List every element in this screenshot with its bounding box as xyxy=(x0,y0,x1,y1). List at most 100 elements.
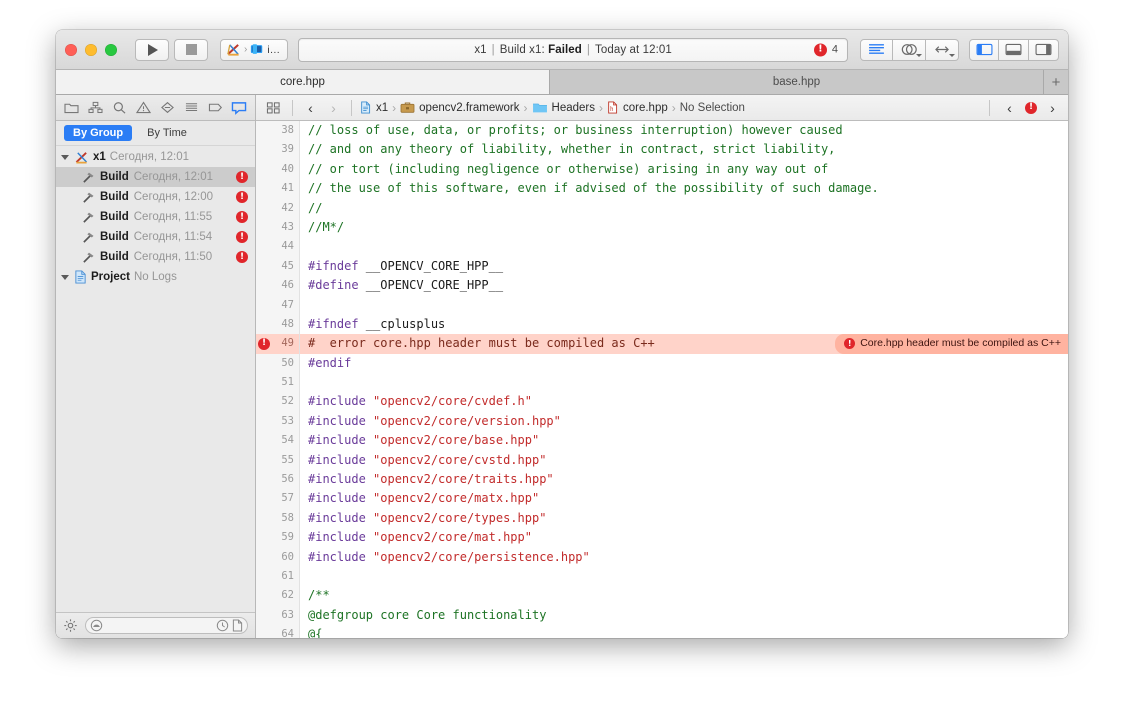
breakpoint-navigator-icon[interactable] xyxy=(207,99,224,116)
line-number-gutter[interactable]: 62 xyxy=(256,586,300,606)
code-line[interactable]: 54 #include "opencv2/core/base.hpp" xyxy=(256,431,1068,451)
breadcrumb-item-selection[interactable]: No Selection xyxy=(680,102,745,114)
related-items-icon[interactable] xyxy=(262,101,284,115)
line-number-gutter[interactable]: 38 xyxy=(256,121,300,141)
log-row-build-5[interactable]: Build Сегодня, 11:50 ! xyxy=(56,247,255,267)
toggle-utilities-button[interactable] xyxy=(1029,38,1059,61)
code-line[interactable]: 58 #include "opencv2/core/types.hpp" xyxy=(256,508,1068,529)
log-row-build-3[interactable]: Build Сегодня, 11:55 ! xyxy=(56,207,255,227)
code-line[interactable]: 52 #include "opencv2/core/cvdef.h" xyxy=(256,392,1068,412)
log-row-build-1[interactable]: Build Сегодня, 12:01 ! xyxy=(56,167,255,187)
navigate-back-button[interactable]: ‹ xyxy=(301,100,320,116)
next-issue-button[interactable]: › xyxy=(1043,100,1062,116)
tab-core-hpp[interactable]: core.hpp xyxy=(56,70,550,94)
navigate-forward-button[interactable]: › xyxy=(324,100,343,116)
code-line[interactable]: 64 @{ xyxy=(256,625,1068,638)
add-tab-button[interactable]: + xyxy=(1044,70,1068,94)
code-line[interactable]: 41 // the use of this software, even if a… xyxy=(256,179,1068,199)
stop-button[interactable] xyxy=(174,38,208,61)
project-navigator-icon[interactable] xyxy=(63,99,80,116)
line-number-gutter[interactable]: 63 xyxy=(256,605,300,626)
line-number-gutter[interactable]: 51 xyxy=(256,373,300,393)
log-group-x1[interactable]: x1 Сегодня, 12:01 xyxy=(56,147,255,167)
version-editor-button[interactable] xyxy=(926,38,959,61)
line-number-gutter[interactable]: 58 xyxy=(256,508,300,529)
code-line[interactable]: 62 /** xyxy=(256,586,1068,606)
debug-navigator-icon[interactable] xyxy=(183,99,200,116)
line-number-gutter[interactable]: 50 xyxy=(256,353,300,374)
source-editor[interactable]: 38 // loss of use, data, or profits; or b… xyxy=(256,121,1068,638)
code-line[interactable]: 40 // or tort (including negligence or ot… xyxy=(256,159,1068,180)
code-line[interactable]: 39 // and on any theory of liability, whe… xyxy=(256,140,1068,160)
line-number-gutter[interactable]: 54 xyxy=(256,431,300,451)
breadcrumb-item-file[interactable]: h core.hpp xyxy=(607,101,668,114)
breadcrumb-item-framework[interactable]: opencv2.framework xyxy=(400,101,520,114)
line-number-gutter[interactable]: 64 xyxy=(256,625,300,638)
code-line[interactable]: 55 #include "opencv2/core/cvstd.hpp" xyxy=(256,450,1068,471)
disclosure-triangle-icon[interactable] xyxy=(61,274,69,280)
toggle-debug-area-button[interactable] xyxy=(999,38,1029,61)
code-line[interactable]: 45 #ifndef __OPENCV_CORE_HPP__ xyxy=(256,256,1068,277)
line-number-gutter[interactable]: 41 xyxy=(256,179,300,199)
code-line[interactable]: 50 #endif xyxy=(256,353,1068,374)
clock-icon[interactable] xyxy=(216,619,229,632)
line-number-gutter[interactable]: ! 49 xyxy=(256,334,300,354)
line-number-gutter[interactable]: 46 xyxy=(256,276,300,296)
line-number-gutter[interactable]: 55 xyxy=(256,450,300,471)
test-navigator-icon[interactable] xyxy=(159,99,176,116)
code-line[interactable]: 43 //M*/ xyxy=(256,217,1068,238)
gutter-error-badge[interactable]: ! xyxy=(258,337,270,350)
code-line[interactable]: 42 // xyxy=(256,198,1068,218)
line-number-gutter[interactable]: 39 xyxy=(256,140,300,160)
activity-error-cluster[interactable]: ! 4 xyxy=(813,43,838,56)
line-number-gutter[interactable]: 45 xyxy=(256,256,300,277)
code-line[interactable]: 53 #include "opencv2/core/version.hpp" xyxy=(256,411,1068,432)
code-line-error[interactable]: ! 49 # error core.hpp header must be compi… xyxy=(256,334,1068,354)
line-number-gutter[interactable]: 40 xyxy=(256,159,300,180)
line-number-gutter[interactable]: 53 xyxy=(256,411,300,432)
code-line[interactable]: 46 #define __OPENCV_CORE_HPP__ xyxy=(256,276,1068,296)
code-line[interactable]: 56 #include "opencv2/core/traits.hpp" xyxy=(256,470,1068,490)
line-number-gutter[interactable]: 43 xyxy=(256,217,300,238)
minimize-window-button[interactable] xyxy=(85,43,97,56)
line-number-gutter[interactable]: 56 xyxy=(256,470,300,490)
code-line[interactable]: 57 #include "opencv2/core/matx.hpp" xyxy=(256,489,1068,509)
code-line[interactable]: 63 @defgroup core Core functionality xyxy=(256,605,1068,626)
issue-navigator-icon[interactable] xyxy=(135,99,152,116)
disclosure-triangle-icon[interactable] xyxy=(61,154,69,160)
log-group-project[interactable]: Project No Logs xyxy=(56,267,255,287)
tab-base-hpp[interactable]: base.hpp xyxy=(550,70,1044,94)
breadcrumb-item-headers[interactable]: Headers xyxy=(532,101,595,114)
find-navigator-icon[interactable] xyxy=(111,99,128,116)
breadcrumb-item-project[interactable]: x1 xyxy=(360,101,388,114)
code-line[interactable]: 60 #include "opencv2/core/persistence.hpp… xyxy=(256,547,1068,567)
line-number-gutter[interactable]: 42 xyxy=(256,198,300,218)
log-row-build-2[interactable]: Build Сегодня, 12:00 ! xyxy=(56,187,255,207)
code-line[interactable]: 51 xyxy=(256,373,1068,393)
gear-icon[interactable] xyxy=(63,618,78,633)
line-number-gutter[interactable]: 57 xyxy=(256,489,300,509)
report-navigator-icon[interactable] xyxy=(231,99,248,116)
document-icon[interactable] xyxy=(232,619,243,632)
log-row-build-4[interactable]: Build Сегодня, 11:54 ! xyxy=(56,227,255,247)
activity-view[interactable]: x1 | Build x1: Failed | Today at 12:01 ! 4 xyxy=(298,37,848,62)
line-number-gutter[interactable]: 60 xyxy=(256,547,300,567)
inline-issue-banner[interactable]: ! Core.hpp header must be compiled as C++ xyxy=(835,334,1068,354)
standard-editor-button[interactable] xyxy=(860,38,893,61)
toggle-navigator-button[interactable] xyxy=(969,38,999,61)
assistant-editor-button[interactable] xyxy=(893,38,926,61)
line-number-gutter[interactable]: 61 xyxy=(256,566,300,587)
line-number-gutter[interactable]: 52 xyxy=(256,392,300,412)
previous-issue-button[interactable]: ‹ xyxy=(1000,100,1019,116)
code-line[interactable]: 38 // loss of use, data, or profits; or b… xyxy=(256,121,1068,141)
filter-input[interactable] xyxy=(85,617,248,634)
scope-by-group-button[interactable]: By Group xyxy=(64,125,133,141)
line-number-gutter[interactable]: 48 xyxy=(256,314,300,335)
code-line[interactable]: 47 xyxy=(256,295,1068,315)
scheme-selector[interactable]: › i… xyxy=(220,38,289,61)
code-line[interactable]: 61 xyxy=(256,566,1068,587)
zoom-window-button[interactable] xyxy=(105,43,117,56)
line-number-gutter[interactable]: 47 xyxy=(256,295,300,315)
symbol-navigator-icon[interactable] xyxy=(87,99,104,116)
scope-by-time-button[interactable]: By Time xyxy=(138,125,196,141)
